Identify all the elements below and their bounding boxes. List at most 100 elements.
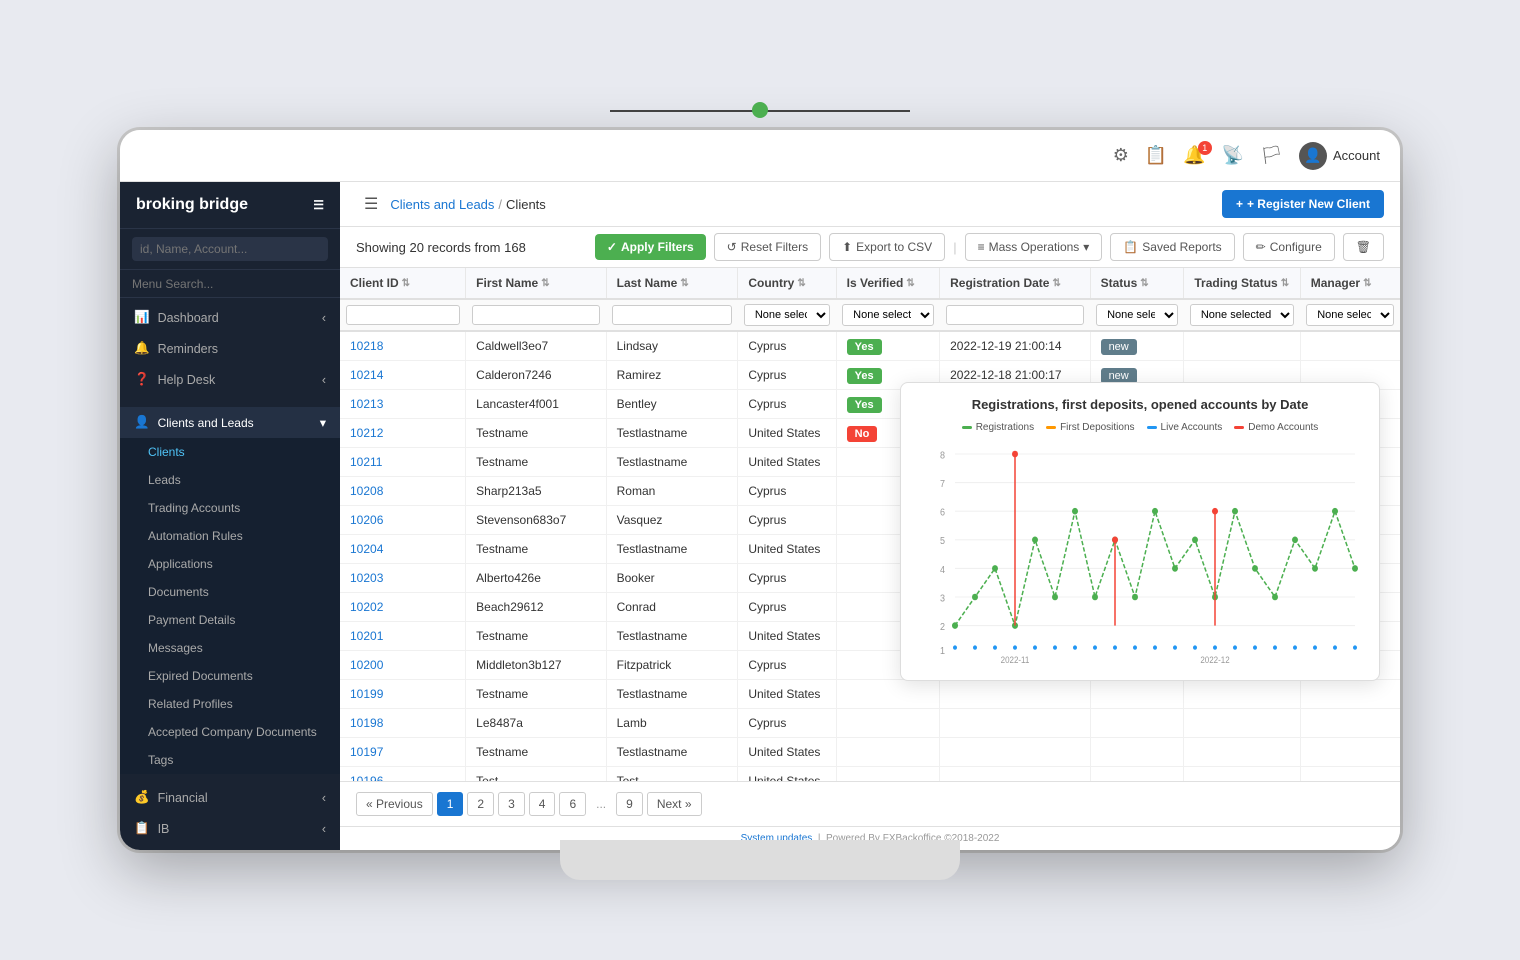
sort-status[interactable]: Status ⇅ — [1101, 276, 1174, 290]
sidebar-submenu-tags[interactable]: Tags — [120, 746, 340, 774]
page-2-button[interactable]: 2 — [467, 792, 494, 816]
last-name-cell: Testlastname — [606, 622, 738, 651]
manager-cell — [1300, 331, 1400, 361]
breadcrumb-parent[interactable]: Clients and Leads — [390, 197, 494, 212]
sidebar-item-clients-leads[interactable]: 👤 Clients and Leads ▾ — [120, 407, 340, 438]
sort-icon-reg-date: ⇅ — [1052, 278, 1060, 289]
page-3-button[interactable]: 3 — [498, 792, 525, 816]
filter-bar: Showing 20 records from 168 ✓ Apply Filt… — [340, 227, 1400, 268]
menu-search-input[interactable] — [132, 277, 328, 291]
trading-status-cell — [1184, 331, 1300, 361]
first-name-cell: Testname — [466, 535, 606, 564]
client-id-link[interactable]: 10218 — [350, 339, 383, 353]
saved-reports-button[interactable]: 📋 Saved Reports — [1110, 233, 1234, 261]
hamburger-button[interactable]: ☰ — [356, 190, 386, 218]
country-cell: Cyprus — [738, 564, 836, 593]
first-name-cell: Testname — [466, 448, 606, 477]
page-6-button[interactable]: 6 — [559, 792, 586, 816]
sidebar-search-input[interactable] — [132, 237, 328, 261]
chart-overlay: Registrations, first deposits, opened ac… — [900, 382, 1380, 681]
filter-manager[interactable]: None selected — [1306, 304, 1394, 326]
sidebar-submenu-expired-documents[interactable]: Expired Documents — [120, 662, 340, 690]
configure-button[interactable]: ✏ Configure — [1243, 233, 1335, 261]
sort-registration-date[interactable]: Registration Date ⇅ — [950, 276, 1079, 290]
client-id-link[interactable]: 10198 — [350, 716, 383, 730]
sidebar-item-marketing[interactable]: 📢 Marketing ‹ — [120, 844, 340, 850]
client-id-link[interactable]: 10197 — [350, 745, 383, 759]
export-to-csv-button[interactable]: ⬆ Export to CSV — [829, 233, 945, 261]
sort-country[interactable]: Country ⇅ — [748, 276, 825, 290]
sidebar-submenu-payment-details[interactable]: Payment Details — [120, 606, 340, 634]
client-id-link[interactable]: 10211 — [350, 455, 382, 469]
client-id-link[interactable]: 10214 — [350, 368, 383, 382]
sort-client-id[interactable]: Client ID ⇅ — [350, 276, 455, 290]
filter-first-name[interactable] — [472, 305, 600, 325]
client-id-link[interactable]: 10200 — [350, 658, 383, 672]
client-id-link[interactable]: 10202 — [350, 600, 383, 614]
sidebar-submenu-accepted-company-docs[interactable]: Accepted Company Documents — [120, 718, 340, 746]
sidebar-item-reminders[interactable]: 🔔 Reminders — [120, 333, 340, 364]
client-id-link[interactable]: 10196 — [350, 774, 383, 781]
sidebar-submenu-documents[interactable]: Documents — [120, 578, 340, 606]
client-id-link[interactable]: 10201 — [350, 629, 383, 643]
mass-operations-button[interactable]: ≡ Mass Operations ▾ — [965, 233, 1103, 261]
puzzle-icon[interactable]: ⚙ — [1113, 145, 1129, 166]
sort-manager[interactable]: Manager ⇅ — [1311, 276, 1390, 290]
sidebar-submenu-clients[interactable]: Clients — [120, 438, 340, 466]
first-name-cell: Testname — [466, 419, 606, 448]
sort-first-name[interactable]: First Name ⇅ — [476, 276, 595, 290]
bell-icon[interactable]: 🔔 1 — [1183, 145, 1205, 166]
calendar-icon[interactable]: 📋 — [1145, 145, 1167, 166]
first-name-cell: Sharp213a5 — [466, 477, 606, 506]
svg-text:2: 2 — [940, 622, 945, 634]
sidebar-item-ib[interactable]: 📋 IB ‹ — [120, 813, 340, 844]
sidebar-submenu-automation-rules[interactable]: Automation Rules — [120, 522, 340, 550]
country-cell: Cyprus — [738, 390, 836, 419]
legend-registrations: Registrations — [962, 422, 1034, 433]
country-cell: Cyprus — [738, 331, 836, 361]
page-1-button[interactable]: 1 — [437, 792, 464, 816]
client-id-link[interactable]: 10206 — [350, 513, 383, 527]
filter-is-verified[interactable]: None selected — [842, 304, 933, 326]
client-id-link[interactable]: 10204 — [350, 542, 383, 556]
sidebar-item-dashboard[interactable]: 📊 Dashboard ‹ — [120, 302, 340, 333]
client-id-link[interactable]: 10208 — [350, 484, 383, 498]
rss-icon[interactable]: 📡 — [1222, 145, 1244, 166]
record-count: Showing 20 records from 168 — [356, 240, 526, 255]
filter-country[interactable]: None selected — [744, 304, 830, 326]
client-id-link[interactable]: 10212 — [350, 426, 383, 440]
sort-last-name[interactable]: Last Name ⇅ — [617, 276, 728, 290]
sidebar-submenu-trading-accounts[interactable]: Trading Accounts — [120, 494, 340, 522]
last-name-cell: Conrad — [606, 593, 738, 622]
last-name-cell: Fitzpatrick — [606, 651, 738, 680]
register-new-client-button[interactable]: + + Register New Client — [1222, 190, 1384, 218]
flag-icon[interactable]: 🏳 — [1260, 145, 1283, 166]
sidebar-item-financial[interactable]: 💰 Financial ‹ — [120, 782, 340, 813]
filter-status[interactable]: None selected — [1096, 304, 1178, 326]
sidebar-submenu-applications[interactable]: Applications — [120, 550, 340, 578]
sidebar-item-helpdesk[interactable]: ❓ Help Desk ‹ — [120, 364, 340, 395]
sidebar-submenu-messages[interactable]: Messages — [120, 634, 340, 662]
delete-button[interactable]: 🗑 — [1343, 233, 1384, 261]
prev-page-button[interactable]: « Previous — [356, 792, 433, 816]
apply-filters-button[interactable]: ✓ Apply Filters — [595, 234, 706, 260]
page-4-button[interactable]: 4 — [529, 792, 556, 816]
sort-trading-status[interactable]: Trading Status ⇅ — [1194, 276, 1289, 290]
sidebar-submenu-leads[interactable]: Leads — [120, 466, 340, 494]
filter-client-id[interactable] — [346, 305, 460, 325]
client-id-link[interactable]: 10199 — [350, 687, 383, 701]
reset-filters-button[interactable]: ↺ Reset Filters — [714, 233, 821, 261]
client-id-link[interactable]: 10203 — [350, 571, 383, 585]
th-manager: Manager ⇅ — [1300, 268, 1400, 299]
sort-is-verified[interactable]: Is Verified ⇅ — [847, 276, 929, 290]
sidebar-submenu-related-profiles[interactable]: Related Profiles — [120, 690, 340, 718]
clients-leads-arrow: ▾ — [320, 415, 326, 430]
client-id-link[interactable]: 10213 — [350, 397, 383, 411]
breadcrumb-separator: / — [498, 197, 502, 212]
page-9-button[interactable]: 9 — [616, 792, 643, 816]
filter-reg-date[interactable] — [946, 305, 1084, 325]
filter-last-name[interactable] — [612, 305, 732, 325]
filter-trading-status[interactable]: None selected — [1190, 304, 1294, 326]
next-page-button[interactable]: Next » — [647, 792, 702, 816]
account-button[interactable]: 👤 Account — [1299, 142, 1380, 170]
